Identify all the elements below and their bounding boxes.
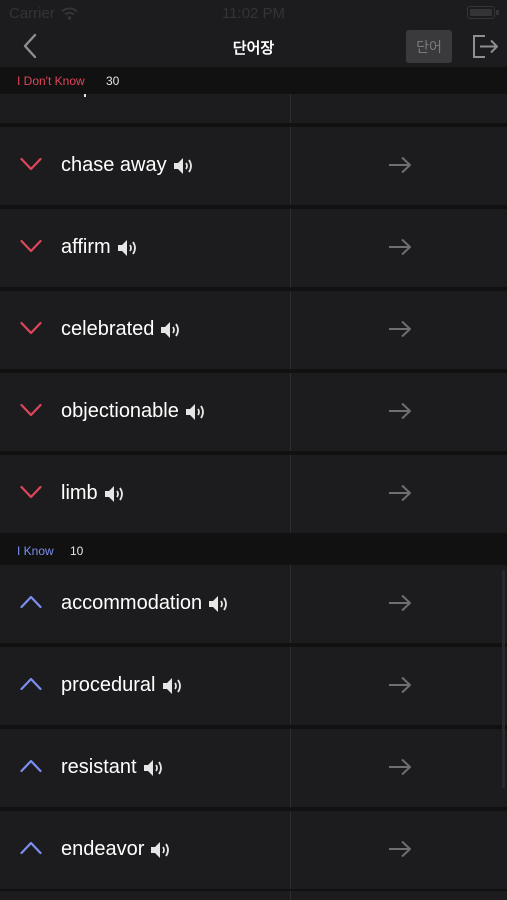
speaker-icon[interactable] <box>185 402 207 422</box>
word-detail-cell[interactable] <box>291 811 507 889</box>
section-count-known: 10 <box>70 544 84 558</box>
word-cell[interactable]: chase away <box>0 127 290 205</box>
arrow-right-icon <box>389 238 411 256</box>
chevron-up-icon[interactable] <box>20 841 42 855</box>
word-row-known: procedural <box>0 647 507 725</box>
chevron-up-icon[interactable] <box>20 595 42 609</box>
status-time: 11:02 PM <box>221 5 286 22</box>
word-cell[interactable]: resistant <box>0 729 290 807</box>
word-row-unknown: affirm <box>0 209 507 287</box>
speaker-icon[interactable] <box>173 156 195 176</box>
word-cell[interactable]: objectionable <box>0 373 290 451</box>
navigation-bar: 단어장 단어 <box>0 26 507 67</box>
word-label: limb <box>61 482 98 504</box>
section-count-unknown: 30 <box>106 74 120 88</box>
speaker-icon[interactable] <box>160 320 182 340</box>
chevron-up-icon[interactable] <box>20 677 42 691</box>
arrow-right-icon <box>389 156 411 174</box>
arrow-right-icon <box>389 840 411 858</box>
word-row-unknown: chase away <box>0 127 507 205</box>
chevron-down-icon[interactable] <box>20 485 42 499</box>
word-row-known: resistant <box>0 729 507 807</box>
word-label: objectionable <box>61 400 179 422</box>
speaker-icon[interactable] <box>104 484 126 504</box>
section-label-known: I Know <box>17 544 54 558</box>
word-detail-cell[interactable] <box>291 291 507 369</box>
section-header-known: I Know 10 <box>0 537 507 565</box>
word-label: accommodation <box>61 592 203 614</box>
clipped-word-fragment <box>84 94 86 97</box>
scrollbar[interactable] <box>502 570 505 788</box>
word-detail-cell[interactable] <box>291 209 507 287</box>
word-label: celebrated <box>61 318 155 340</box>
word-cell[interactable]: affirm <box>0 209 290 287</box>
chevron-down-icon[interactable] <box>20 157 42 171</box>
chevron-down-icon[interactable] <box>20 239 42 253</box>
word-row-known: accommodation <box>0 565 507 643</box>
speaker-icon[interactable] <box>117 238 139 258</box>
chevron-up-icon[interactable] <box>20 759 42 773</box>
battery-icon <box>467 6 499 19</box>
word-row-unknown: limb <box>0 455 507 533</box>
word-row-unknown: celebrated <box>0 291 507 369</box>
partial-list-item <box>0 891 507 900</box>
word-detail-cell[interactable] <box>291 455 507 533</box>
status-bar: Carrier 11:02 PM <box>0 0 507 26</box>
column-divider <box>290 94 291 123</box>
word-button[interactable]: 단어 <box>406 30 452 63</box>
word-detail-cell[interactable] <box>291 647 507 725</box>
word-label: chase away <box>61 154 167 176</box>
word-detail-cell[interactable] <box>291 729 507 807</box>
word-row-unknown: objectionable <box>0 373 507 451</box>
word-label: affirm <box>61 236 111 258</box>
word-label: endeavor <box>61 838 145 860</box>
arrow-right-icon <box>389 320 411 338</box>
word-detail-cell[interactable] <box>291 127 507 205</box>
word-cell[interactable]: limb <box>0 455 290 533</box>
word-cell[interactable]: procedural <box>0 647 290 725</box>
word-label: procedural <box>61 674 156 696</box>
arrow-right-icon <box>389 594 411 612</box>
exit-icon[interactable] <box>471 33 499 60</box>
speaker-icon[interactable] <box>150 840 172 860</box>
chevron-down-icon[interactable] <box>20 403 42 417</box>
word-detail-cell[interactable] <box>291 373 507 451</box>
arrow-right-icon <box>389 402 411 420</box>
section-label-unknown: I Don't Know <box>17 74 85 88</box>
word-cell[interactable]: celebrated <box>0 291 290 369</box>
partial-list-item <box>0 94 507 123</box>
word-detail-cell[interactable] <box>291 565 507 643</box>
speaker-icon[interactable] <box>143 758 165 778</box>
section-header-unknown: I Don't Know 30 <box>0 67 507 95</box>
word-cell[interactable]: accommodation <box>0 565 290 643</box>
word-row-known: endeavor <box>0 811 507 889</box>
speaker-icon[interactable] <box>162 676 184 696</box>
arrow-right-icon <box>389 484 411 502</box>
chevron-down-icon[interactable] <box>20 321 42 335</box>
speaker-icon[interactable] <box>208 594 230 614</box>
word-cell[interactable]: endeavor <box>0 811 290 889</box>
column-divider <box>290 891 291 900</box>
word-label: resistant <box>61 756 137 778</box>
arrow-right-icon <box>389 676 411 694</box>
arrow-right-icon <box>389 758 411 776</box>
